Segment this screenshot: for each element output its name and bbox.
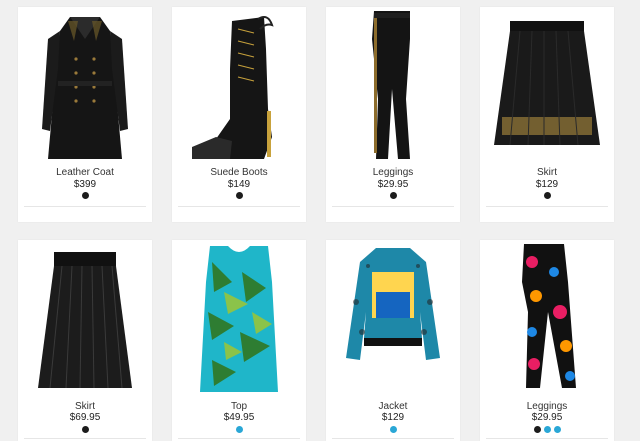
product-name[interactable]: Suede Boots xyxy=(172,167,306,178)
product-price: $129 xyxy=(381,412,405,423)
color-swatches xyxy=(18,192,152,199)
color-swatch[interactable] xyxy=(553,426,561,433)
product-name[interactable]: Leggings xyxy=(480,401,614,412)
product-name[interactable]: Skirt xyxy=(480,167,614,178)
product-image-leather-coat[interactable] xyxy=(18,9,152,167)
product-name[interactable]: Top xyxy=(172,401,306,412)
color-swatch[interactable] xyxy=(81,192,89,199)
divider xyxy=(332,438,454,439)
color-swatch[interactable] xyxy=(235,192,243,199)
color-swatches xyxy=(480,426,614,433)
color-swatch[interactable] xyxy=(543,192,551,199)
product-image-leggings-black[interactable] xyxy=(326,9,460,167)
product-price: $29.95 xyxy=(531,412,563,423)
product-image-skirt-gold[interactable] xyxy=(480,9,614,167)
color-swatches xyxy=(172,192,306,199)
color-swatches xyxy=(326,192,460,199)
product-name[interactable]: Jacket xyxy=(326,401,460,412)
color-swatch[interactable] xyxy=(543,426,551,433)
product-price: $29.95 xyxy=(377,179,409,190)
product-name[interactable]: Leggings xyxy=(326,167,460,178)
product-card-suede-boots[interactable]: Suede Boots $149 xyxy=(172,7,306,222)
product-name[interactable]: Skirt xyxy=(18,401,152,412)
product-card-top[interactable]: Top $49.95 xyxy=(172,240,306,441)
product-card-leather-coat[interactable]: Leather Coat $399 xyxy=(18,7,152,222)
divider xyxy=(178,206,300,207)
product-card-skirt-black[interactable]: Skirt $69.95 xyxy=(18,240,152,441)
divider xyxy=(24,206,146,207)
product-image-top[interactable] xyxy=(172,242,306,394)
product-image-leggings-floral[interactable] xyxy=(480,242,614,394)
color-swatch[interactable] xyxy=(389,426,397,433)
color-swatch[interactable] xyxy=(533,426,541,433)
color-swatch[interactable] xyxy=(81,426,89,433)
product-price: $149 xyxy=(227,179,251,190)
color-swatch[interactable] xyxy=(389,192,397,199)
product-card-jacket[interactable]: Jacket $129 xyxy=(326,240,460,441)
color-swatch[interactable] xyxy=(235,426,243,433)
color-swatches xyxy=(480,192,614,199)
color-swatches xyxy=(326,426,460,433)
product-name[interactable]: Leather Coat xyxy=(18,167,152,178)
divider xyxy=(24,438,146,439)
product-card-leggings-floral[interactable]: Leggings $29.95 xyxy=(480,240,614,441)
product-price: $129 xyxy=(535,179,559,190)
product-card-leggings-black[interactable]: Leggings $29.95 xyxy=(326,7,460,222)
color-swatches xyxy=(172,426,306,433)
product-image-skirt-black[interactable] xyxy=(18,242,152,394)
divider xyxy=(486,206,608,207)
product-card-skirt-gold[interactable]: Skirt $129 xyxy=(480,7,614,222)
product-image-jacket[interactable] xyxy=(326,242,460,394)
divider xyxy=(332,206,454,207)
color-swatches xyxy=(18,426,152,433)
divider xyxy=(486,438,608,439)
product-price: $69.95 xyxy=(69,412,101,423)
divider xyxy=(178,438,300,439)
product-price: $399 xyxy=(73,179,97,190)
product-image-suede-boots[interactable] xyxy=(172,9,306,167)
product-price: $49.95 xyxy=(223,412,255,423)
